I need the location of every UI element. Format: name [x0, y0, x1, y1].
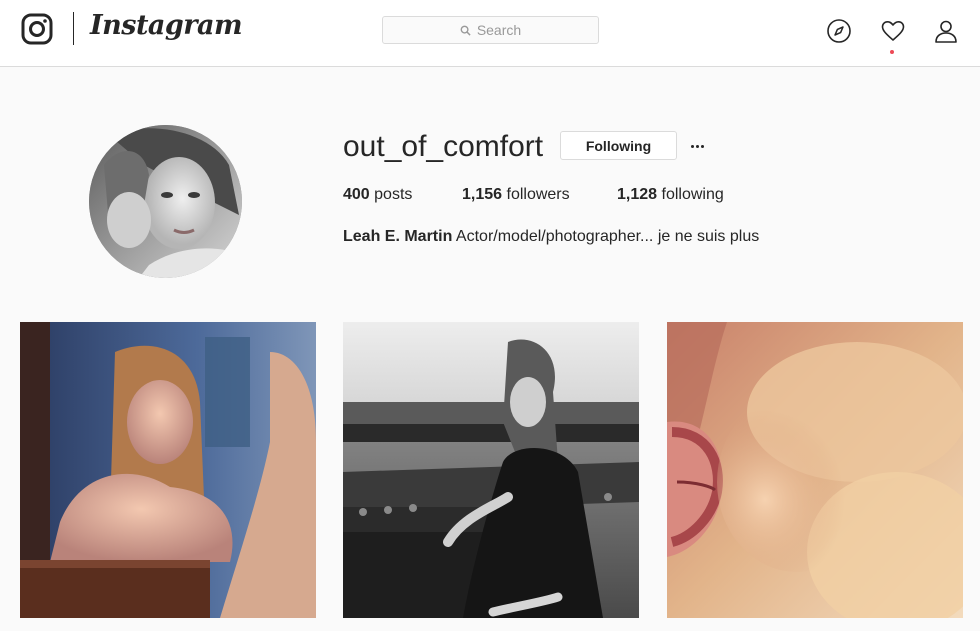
- person-icon[interactable]: [933, 18, 959, 44]
- avatar[interactable]: [89, 125, 242, 278]
- search-icon: [460, 25, 471, 36]
- followers-count-value: 1,156: [462, 186, 503, 203]
- following-count-label: following: [661, 186, 724, 203]
- logo-divider: [73, 12, 74, 45]
- following-button[interactable]: Following: [560, 131, 677, 160]
- search-input[interactable]: Search: [382, 16, 599, 44]
- followers-count-label: followers: [506, 186, 570, 203]
- post-photo-2: [343, 322, 639, 618]
- post-thumbnail-2[interactable]: [343, 322, 639, 618]
- search-placeholder: Search: [476, 22, 522, 38]
- post-thumbnail-1[interactable]: [20, 322, 316, 618]
- post-thumbnail-3[interactable]: [667, 322, 963, 618]
- profile-bio: Leah E. Martin Actor/model/photographer.…: [343, 227, 759, 247]
- notification-dot: [890, 50, 894, 54]
- followers-link[interactable]: 1,156 followers: [462, 185, 570, 205]
- top-nav: Instagram Search: [0, 0, 980, 67]
- post-photo-3: [667, 322, 963, 618]
- ellipsis-icon[interactable]: [687, 136, 707, 156]
- instagram-wordmark[interactable]: Instagram: [90, 10, 243, 41]
- bio-text: Actor/model/photographer... je ne suis p…: [455, 228, 760, 245]
- post-photo-1: [20, 322, 316, 618]
- following-link[interactable]: 1,128 following: [617, 185, 724, 205]
- posts-count: 400 posts: [343, 185, 412, 205]
- compass-icon[interactable]: [826, 18, 852, 44]
- instagram-glyph-icon[interactable]: [21, 13, 53, 45]
- full-name: Leah E. Martin: [343, 228, 453, 245]
- posts-count-label: posts: [374, 186, 413, 203]
- heart-icon[interactable]: [880, 18, 906, 44]
- following-count-value: 1,128: [617, 186, 658, 203]
- posts-count-value: 400: [343, 186, 370, 203]
- username: out_of_comfort: [343, 130, 544, 163]
- avatar-photo: [89, 125, 242, 278]
